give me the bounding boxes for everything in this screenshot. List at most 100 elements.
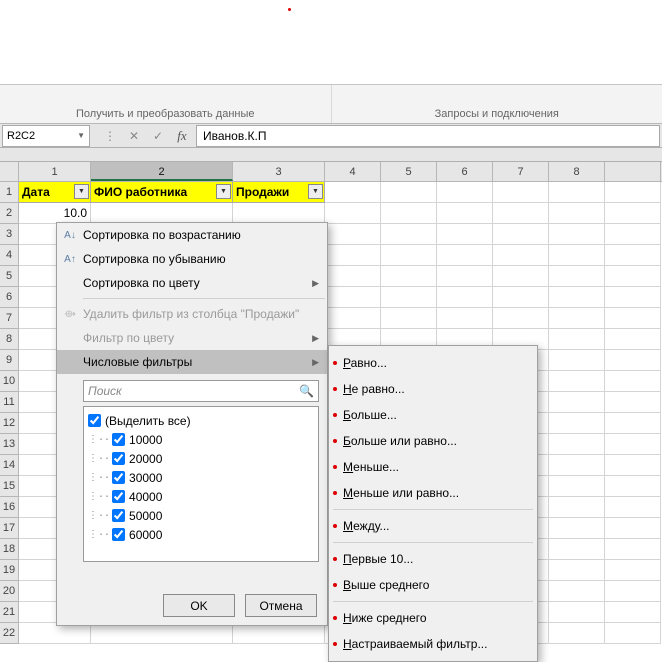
row-header[interactable]: 17 (0, 518, 19, 539)
row-header[interactable]: 13 (0, 434, 19, 455)
cell[interactable] (549, 266, 605, 287)
ok-button[interactable]: OK (163, 594, 235, 617)
col-header[interactable]: 4 (325, 162, 381, 181)
cell[interactable] (91, 203, 233, 224)
cell[interactable] (325, 308, 381, 329)
cell[interactable] (437, 308, 493, 329)
row-header[interactable]: 5 (0, 266, 19, 287)
filter-check-item[interactable]: ⋮··50000 (88, 506, 314, 525)
checkbox[interactable] (112, 528, 125, 541)
cell[interactable] (325, 287, 381, 308)
checkbox[interactable] (112, 471, 125, 484)
col-header[interactable]: 5 (381, 162, 437, 181)
filter-dropdown-icon[interactable]: ▼ (74, 184, 89, 199)
cell[interactable] (605, 497, 661, 518)
cell[interactable] (549, 497, 605, 518)
cell[interactable] (605, 623, 661, 644)
row-header[interactable]: 7 (0, 308, 19, 329)
row-header[interactable]: 14 (0, 455, 19, 476)
cell[interactable] (549, 203, 605, 224)
cell[interactable] (605, 392, 661, 413)
submenu-item[interactable]: Меньше или равно... (329, 480, 537, 506)
cell[interactable] (437, 245, 493, 266)
cell[interactable] (605, 455, 661, 476)
cell[interactable]: Дата▼ (19, 182, 91, 203)
row-header[interactable]: 11 (0, 392, 19, 413)
row-header[interactable]: 8 (0, 329, 19, 350)
cell[interactable] (605, 581, 661, 602)
col-header[interactable]: 6 (437, 162, 493, 181)
cell[interactable] (605, 245, 661, 266)
cell[interactable] (381, 224, 437, 245)
name-box[interactable]: R2C2 ▼ (2, 125, 90, 147)
formula-input[interactable]: Иванов.К.П (196, 125, 660, 147)
cell[interactable] (381, 266, 437, 287)
cell[interactable] (91, 623, 233, 644)
row-header[interactable]: 3 (0, 224, 19, 245)
cell[interactable] (381, 245, 437, 266)
cell[interactable] (605, 182, 661, 203)
col-header[interactable] (605, 162, 661, 181)
cell[interactable] (549, 245, 605, 266)
checkbox[interactable] (112, 452, 125, 465)
row-header[interactable]: 6 (0, 287, 19, 308)
cell[interactable] (493, 245, 549, 266)
cell[interactable] (605, 266, 661, 287)
submenu-item[interactable]: Первые 10... (329, 546, 537, 572)
select-all-corner[interactable] (0, 162, 19, 181)
cell[interactable] (549, 287, 605, 308)
cell[interactable]: ФИО работника▼ (91, 182, 233, 203)
cell[interactable] (605, 560, 661, 581)
cell[interactable] (325, 224, 381, 245)
cell[interactable] (493, 182, 549, 203)
cell[interactable] (605, 539, 661, 560)
cell[interactable] (605, 476, 661, 497)
cell[interactable] (549, 371, 605, 392)
submenu-item[interactable]: Настраиваемый фильтр... (329, 631, 537, 657)
row-header[interactable]: 21 (0, 602, 19, 623)
row-header[interactable]: 18 (0, 539, 19, 560)
cell[interactable] (493, 203, 549, 224)
filter-check-item[interactable]: ⋮··40000 (88, 487, 314, 506)
cell[interactable] (549, 224, 605, 245)
sort-desc-item[interactable]: A↑ Сортировка по убыванию (57, 247, 327, 271)
cell[interactable] (493, 308, 549, 329)
col-header[interactable]: 2 (91, 162, 233, 181)
cell[interactable] (437, 224, 493, 245)
submenu-item[interactable]: Не равно... (329, 376, 537, 402)
row-header[interactable]: 15 (0, 476, 19, 497)
row-header[interactable]: 19 (0, 560, 19, 581)
cell[interactable] (493, 224, 549, 245)
col-header[interactable]: 1 (19, 162, 91, 181)
cell[interactable] (605, 329, 661, 350)
chevron-down-icon[interactable]: ▼ (77, 131, 85, 140)
cell[interactable] (549, 308, 605, 329)
fx-icon[interactable]: fx (170, 125, 194, 147)
row-header[interactable]: 12 (0, 413, 19, 434)
sort-asc-item[interactable]: A↓ Сортировка по возрастанию (57, 223, 327, 247)
cell[interactable] (605, 308, 661, 329)
submenu-item[interactable]: Больше... (329, 402, 537, 428)
cell[interactable] (549, 560, 605, 581)
cell[interactable] (549, 476, 605, 497)
cell[interactable] (325, 245, 381, 266)
cell[interactable] (381, 182, 437, 203)
cell[interactable] (233, 623, 325, 644)
submenu-item[interactable]: Меньше... (329, 454, 537, 480)
submenu-item[interactable]: Больше или равно... (329, 428, 537, 454)
cell[interactable] (233, 203, 325, 224)
filter-search-input[interactable]: Поиск 🔍 (83, 380, 319, 402)
cell[interactable] (605, 413, 661, 434)
cell[interactable] (549, 455, 605, 476)
cell[interactable] (605, 350, 661, 371)
cell[interactable] (549, 329, 605, 350)
cell[interactable] (437, 182, 493, 203)
cell[interactable] (549, 434, 605, 455)
cell[interactable] (605, 602, 661, 623)
filter-check-item[interactable]: ⋮··30000 (88, 468, 314, 487)
cancel-formula-icon[interactable]: ✕ (122, 125, 146, 147)
cell[interactable] (493, 287, 549, 308)
cell[interactable] (549, 413, 605, 434)
filter-check-item[interactable]: (Выделить все) (88, 411, 314, 430)
row-header[interactable]: 16 (0, 497, 19, 518)
